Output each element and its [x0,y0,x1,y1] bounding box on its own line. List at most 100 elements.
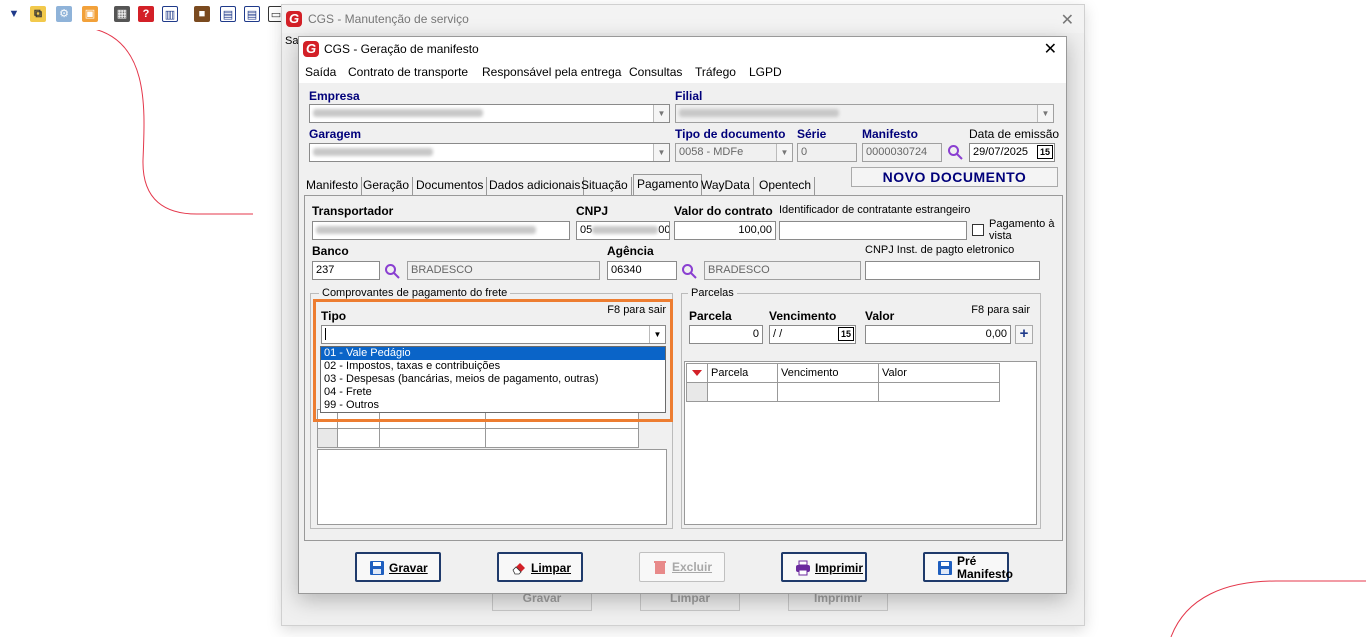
banco-name-field[interactable]: BRADESCO [407,261,600,280]
parcela-field[interactable]: 0 [689,325,763,344]
imprimir-button[interactable]: Imprimir [781,552,867,582]
manifesto-field[interactable]: 0000030724 [862,143,942,162]
parcelas-col-valor[interactable]: Valor [878,363,1000,383]
document-icon[interactable]: ▤ [220,6,236,22]
chevron-down-icon[interactable]: ▼ [1037,105,1053,122]
filial-combo[interactable]: ▼ [675,104,1054,123]
decorative-curve-left [0,23,253,215]
calendar-icon[interactable]: 15 [838,327,854,341]
search-icon[interactable] [947,144,963,160]
chevron-down-icon[interactable]: ▼ [653,105,669,122]
cnpj-redacted [592,226,659,235]
menu-bar: Saída Contrato de transporte Responsável… [299,61,1066,83]
dropdown-option-despesas[interactable]: 03 - Despesas (bancárias, meios de pagam… [321,373,665,386]
tipo-label: Tipo [321,309,347,323]
dialog-title: CGS - Geração de manifesto [324,42,479,56]
gravar-button[interactable]: Gravar [355,552,441,582]
tab-pagamento[interactable]: Pagamento [633,174,703,195]
tab-manifesto[interactable]: Manifesto [303,177,363,195]
folders-icon[interactable]: ⧉ [30,6,46,22]
pre-manifesto-button[interactable]: Pré Manifesto [923,552,1013,582]
limpar-button[interactable]: Limpar [497,552,583,582]
tab-situacao[interactable]: Situação [578,177,632,195]
dialog-titlebar: G CGS - Geração de manifesto ✕ [299,37,1066,61]
agencia-name-field[interactable]: BRADESCO [704,261,861,280]
grid-corner[interactable] [686,363,708,383]
documents-icon[interactable]: ▤ [244,6,260,22]
decorative-curve-right [1170,580,1366,637]
parcelas-col-parcela[interactable]: Parcela [707,363,778,383]
garagem-combo[interactable]: ▼ [309,143,670,162]
agencia-code-field[interactable]: 06340 [607,261,677,280]
tab-geracao[interactable]: Geração [360,177,414,195]
data-emissao-field[interactable]: 29/07/2025 15 [969,143,1055,162]
table-row[interactable] [686,382,708,402]
transportador-field[interactable] [312,221,570,240]
dropdown-option-vale-pedagio[interactable]: 01 - Vale Pedágio [321,347,665,360]
dropdown-option-outros[interactable]: 99 - Outros [321,399,665,412]
empresa-combo[interactable]: ▼ [309,104,670,123]
menu-trafego[interactable]: Tráfego [695,65,736,79]
calculator-icon[interactable]: ▦ [114,6,130,22]
chevron-down-icon[interactable]: ▼ [649,326,665,343]
serie-label: Série [797,127,827,141]
excluir-button[interactable]: Excluir [639,552,725,582]
parcelas-col-vencimento[interactable]: Vencimento [777,363,879,383]
tipo-documento-combo[interactable]: 0058 - MDFe ▼ [675,143,793,162]
chevron-down-icon[interactable]: ▼ [776,144,792,161]
search-icon[interactable] [681,263,697,279]
background-window-title: CGS - Manutenção de serviço [308,12,469,26]
tab-dados-adicionais[interactable]: Dados adicionais [486,177,585,195]
menu-contrato-transporte[interactable]: Contrato de transporte [348,65,468,79]
table-cell[interactable] [777,382,879,402]
serie-field[interactable]: 0 [797,143,857,162]
pre-manifesto-line2: Manifesto [957,567,1014,581]
tab-opentech[interactable]: Opentech [756,177,816,195]
tipo-combo[interactable]: ▼ [321,325,666,344]
background-close-icon[interactable]: ✕ [1061,10,1074,30]
manifesto-label: Manifesto [862,127,919,141]
comprovantes-f8-hint: F8 para sair [607,304,666,316]
calendar-icon[interactable]: 15 [1037,145,1053,159]
truck-icon[interactable]: ■ [194,6,210,22]
banco-code-field[interactable]: 237 [312,261,380,280]
window-icon[interactable]: ▣ [82,6,98,22]
add-parcela-button[interactable]: + [1015,325,1033,344]
table-row[interactable] [317,428,639,448]
menu-saida[interactable]: Saída [305,65,336,79]
help-icon[interactable]: ? [138,6,154,22]
valor-field[interactable]: 0,00 [865,325,1011,344]
tab-documentos[interactable]: Documentos [413,177,488,195]
tipo-dropdown-list: 01 - Vale Pedágio 02 - Impostos, taxas e… [320,346,666,413]
tools-icon[interactable]: ⚙ [56,6,72,22]
tab-waydata[interactable]: WayData [698,177,754,195]
identificador-estrangeiro-field[interactable] [779,221,967,240]
vencimento-field[interactable]: / / 15 [769,325,856,344]
garagem-label: Garagem [309,127,362,141]
dialog-close-icon[interactable]: ✕ [1044,39,1057,59]
dropdown-option-frete[interactable]: 04 - Frete [321,386,665,399]
eraser-icon [512,563,525,575]
table-cell[interactable] [707,382,778,402]
cnpj-inst-label: CNPJ Inst. de pagto eletronico [865,244,1015,256]
menu-lgpd[interactable]: LGPD [749,65,782,79]
empresa-redacted [313,109,483,118]
pagamento-vista-checkbox[interactable] [972,224,984,236]
menu-responsavel-entrega[interactable]: Responsável pela entrega [482,65,621,79]
text-cursor [325,328,326,341]
search-icon[interactable] [384,263,400,279]
cnpj-inst-field[interactable] [865,261,1040,280]
cnpj-field[interactable]: 05 00 [576,221,670,240]
parcelas-grid: Parcela Vencimento Valor [684,361,1037,525]
transportador-label: Transportador [312,204,394,218]
cnpj-label: CNPJ [576,204,609,218]
dropdown-option-impostos[interactable]: 02 - Impostos, taxas e contribuições [321,360,665,373]
vencimento-label: Vencimento [769,309,837,323]
menu-consultas[interactable]: Consultas [629,65,682,79]
valor-label: Valor [865,309,895,323]
table-cell[interactable] [878,382,1000,402]
chevron-down-icon[interactable]: ▼ [653,144,669,161]
book-icon[interactable]: ▥ [162,6,178,22]
expand-down-icon[interactable]: ▼ [6,6,22,22]
valor-contrato-field[interactable]: 100,00 [674,221,776,240]
